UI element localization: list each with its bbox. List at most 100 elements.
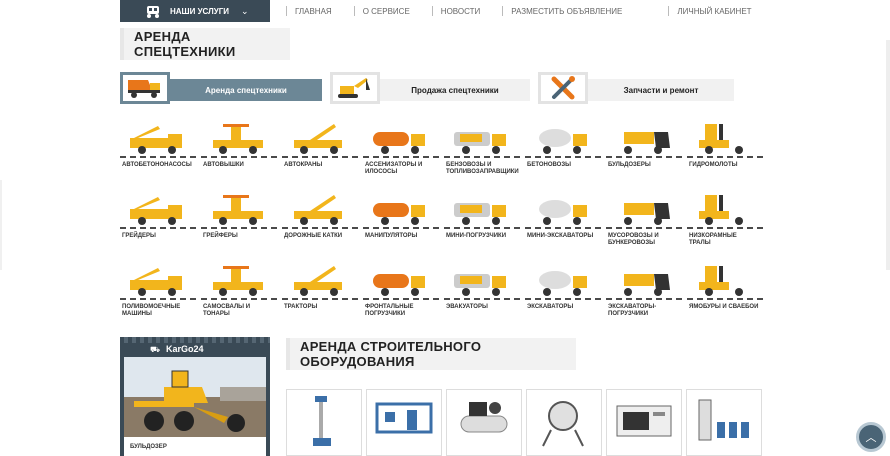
machine-category-item[interactable]: ГИДРОМОЛОТЫ xyxy=(687,118,763,178)
tab-parts[interactable]: Запчасти и ремонт xyxy=(538,72,734,104)
machine-category-item[interactable]: НИЗКОРАМНЫЕ ТРАЛЫ xyxy=(687,189,763,249)
machine-category-name: АССЕНИЗАТОРЫ И ИЛОСОСЫ xyxy=(365,162,441,176)
equipment-item[interactable] xyxy=(366,389,442,456)
machine-category-name-line: БУЛЬДОЗЕРЫ xyxy=(608,162,651,168)
promo-stripe xyxy=(120,337,270,343)
machine-category-name-line: ПОГРУЗЧИКИ xyxy=(608,311,649,317)
machine-category-name: ЭКСКАВАТОРЫ- ПОГРУЗЧИКИ xyxy=(608,304,684,318)
nav-link-about[interactable]: О СЕРВИСЕ xyxy=(355,7,432,16)
machine-category-item[interactable]: МИНИ-ЭКСКАВАТОРЫ xyxy=(525,189,601,249)
tab-rental[interactable]: Аренда спецтехники xyxy=(120,72,322,104)
rail-divider xyxy=(687,297,763,300)
machine-category-item[interactable]: АВТОКРАНЫ xyxy=(282,118,358,178)
left-edge xyxy=(0,180,2,270)
rail-divider xyxy=(201,226,277,229)
kargo-logo-icon: ⛟ xyxy=(150,345,161,354)
machine-category-name-line: МАШИНЫ xyxy=(122,311,152,317)
nav-link-account[interactable]: ЛИЧНЫЙ КАБИНЕТ xyxy=(669,7,773,16)
services-menu-button[interactable]: НАШИ УСЛУГИ ⌄ xyxy=(120,0,270,22)
tab-parts-label: Запчасти и ремонт xyxy=(588,79,734,101)
page: НАШИ УСЛУГИ ⌄ ГЛАВНАЯ О СЕРВИСЕ НОВОСТИ … xyxy=(0,0,890,456)
machine-category-name-line: НИЗКОРАМНЫЕ xyxy=(689,233,737,239)
rail-divider xyxy=(120,226,196,229)
machine-category-name: МАНИПУЛЯТОРЫ xyxy=(365,233,441,240)
machine-category-name-line: ГРЕЙФЕРЫ xyxy=(203,233,238,239)
machine-category-item[interactable]: МУСОРОВОЗЫ И БУНКЕРОВОЗЫ xyxy=(606,189,682,249)
machine-category-item[interactable]: ФРОНТАЛЬНЫЕ ПОГРУЗЧИКИ xyxy=(363,260,439,320)
machine-category-item[interactable]: ЭВАКУАТОРЫ xyxy=(444,260,520,320)
nav-link-news[interactable]: НОВОСТИ xyxy=(433,7,502,16)
generator-icon xyxy=(616,405,672,437)
machine-category-name-line: ЯМОБУРЫ И СВАЕБОИ xyxy=(689,304,759,310)
scroll-to-top-button[interactable]: ︿ xyxy=(856,422,886,452)
machine-category-name-line: ТРАЛЫ xyxy=(689,240,711,246)
promo-banner[interactable]: ⛟ KarGo24 БУЛЬДОЗЕР xyxy=(120,337,270,456)
machine-category-name-line: МИНИ-ЭКСКАВАТОРЫ xyxy=(527,233,594,239)
rail-divider xyxy=(444,155,520,158)
promo-brand: KarGo24 xyxy=(166,344,204,354)
machine-category-item[interactable]: АВТОВЫШКИ xyxy=(201,118,277,178)
machine-category-name: ДОРОЖНЫЕ КАТКИ xyxy=(284,233,360,240)
machine-category-item[interactable]: БУЛЬДОЗЕРЫ xyxy=(606,118,682,178)
machine-category-name: НИЗКОРАМНЫЕ ТРАЛЫ xyxy=(689,233,765,247)
machine-category-name-line: МИНИ-ПОГРУЗЧИКИ xyxy=(446,233,507,239)
equipment-section-heading: АРЕНДА СТРОИТЕЛЬНОГО ОБОРУДОВАНИЯ xyxy=(300,339,482,369)
machine-category-item[interactable]: ГРЕЙФЕРЫ xyxy=(201,189,277,249)
nav-link-home[interactable]: ГЛАВНАЯ xyxy=(287,7,354,16)
arrow-up-icon: ︿ xyxy=(865,432,877,444)
rail-divider xyxy=(201,155,277,158)
rail-divider xyxy=(282,155,358,158)
rail-divider xyxy=(687,155,763,158)
tab-sale[interactable]: Продажа спецтехники xyxy=(330,72,530,104)
lift-icon xyxy=(313,396,331,446)
rental-section-heading: АРЕНДА СПЕЦТЕХНИКИ xyxy=(134,29,236,59)
services-menu-label: НАШИ УСЛУГИ xyxy=(170,6,229,16)
machine-category-name: ЭВАКУАТОРЫ xyxy=(446,304,522,311)
machine-category-name: МИНИ-ПОГРУЗЧИКИ xyxy=(446,233,522,240)
machine-category-item[interactable]: ЭКСКАВАТОРЫ xyxy=(525,260,601,320)
machine-category-item[interactable]: БЕНЗОВОЗЫ И ТОПЛИВОЗАПРАВЩИКИ xyxy=(444,118,520,178)
machine-category-name-line: ПОГРУЗЧИКИ xyxy=(365,311,406,317)
machine-category-name-line: БЕНЗОВОЗЫ И xyxy=(446,162,492,168)
machine-category-name: ГРЕЙДЕРЫ xyxy=(122,233,198,240)
equipment-item[interactable] xyxy=(526,389,602,456)
machine-category-name-line: ТОПЛИВОЗАПРАВЩИКИ xyxy=(446,169,519,175)
rail-divider xyxy=(525,297,601,300)
rail-divider xyxy=(282,226,358,229)
machine-category-name-line: ТОНАРЫ xyxy=(203,311,230,317)
machine-icon xyxy=(454,132,506,154)
machine-icon xyxy=(699,195,743,225)
scrollbar-track[interactable] xyxy=(886,40,890,270)
machine-category-item[interactable]: ДОРОЖНЫЕ КАТКИ xyxy=(282,189,358,249)
machine-icon xyxy=(213,124,263,154)
machine-icon xyxy=(624,203,670,225)
machine-category-item[interactable]: МАНИПУЛЯТОРЫ xyxy=(363,189,439,249)
machine-category-item[interactable]: ГРЕЙДЕРЫ xyxy=(120,189,196,249)
machine-icon xyxy=(130,197,182,225)
tab-sale-label: Продажа спецтехники xyxy=(380,79,530,101)
concrete-mixer-icon xyxy=(542,401,584,447)
machine-category-item[interactable]: ЯМОБУРЫ И СВАЕБОИ xyxy=(687,260,763,320)
machine-category-item[interactable]: МИНИ-ПОГРУЗЧИКИ xyxy=(444,189,520,249)
machine-category-name-line: ДОРОЖНЫЕ КАТКИ xyxy=(284,233,343,239)
nav-link-post-ad[interactable]: РАЗМЕСТИТЬ ОБЪЯВЛЕНИЕ xyxy=(503,7,668,16)
equipment-item[interactable] xyxy=(686,389,762,456)
rail-divider xyxy=(201,297,277,300)
grader-photo-icon xyxy=(124,357,266,437)
machine-category-item[interactable]: САМОСВАЛЫ И ТОНАРЫ xyxy=(201,260,277,320)
machine-category-item[interactable]: БЕТОНОВОЗЫ xyxy=(525,118,601,178)
machine-category-name: АВТОВЫШКИ xyxy=(203,162,279,169)
tab-thumb xyxy=(120,72,170,104)
machine-category-item[interactable]: АССЕНИЗАТОРЫ И ИЛОСОСЫ xyxy=(363,118,439,178)
machine-icon xyxy=(130,126,182,154)
rail-divider xyxy=(687,226,763,229)
equipment-item[interactable] xyxy=(606,389,682,456)
machine-category-item[interactable]: ЭКСКАВАТОРЫ- ПОГРУЗЧИКИ xyxy=(606,260,682,320)
equipment-item[interactable] xyxy=(286,389,362,456)
machine-category-item[interactable]: ТРАКТОРЫ xyxy=(282,260,358,320)
machine-category-item[interactable]: ПОЛИВОМОЕЧНЫЕ МАШИНЫ xyxy=(120,260,196,320)
equipment-item[interactable] xyxy=(446,389,522,456)
machine-category-name-line: АССЕНИЗАТОРЫ И xyxy=(365,162,423,168)
rail-divider xyxy=(525,155,601,158)
machine-category-item[interactable]: АВТОБЕТОНОНАСОСЫ xyxy=(120,118,196,178)
